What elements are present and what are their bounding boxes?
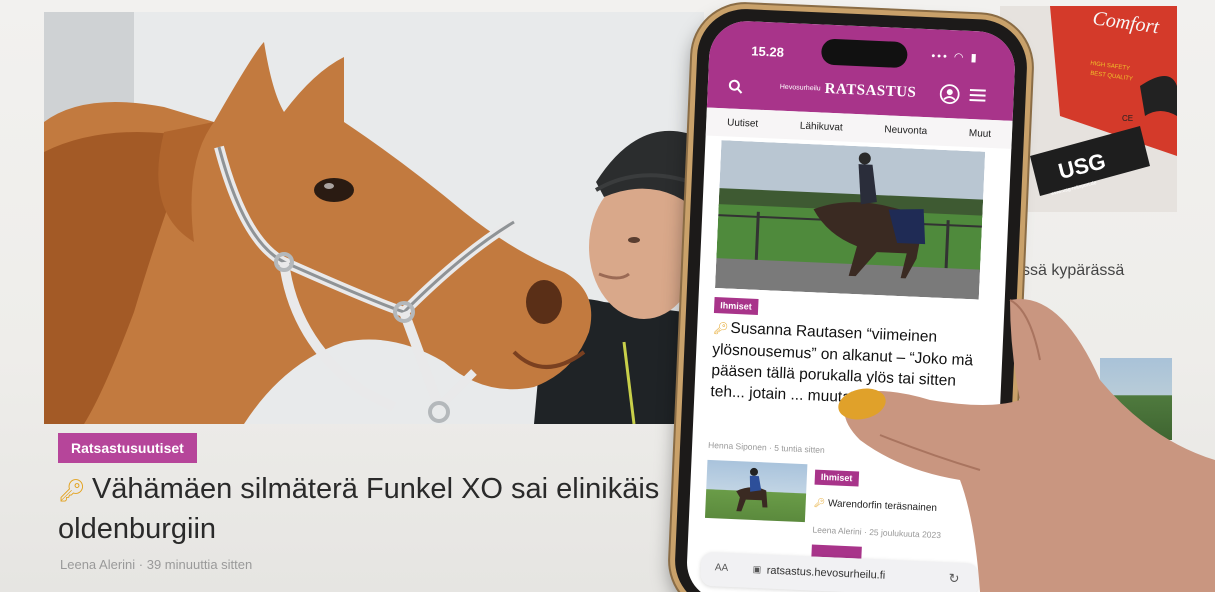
hand-holding-phone [838,299,1215,592]
